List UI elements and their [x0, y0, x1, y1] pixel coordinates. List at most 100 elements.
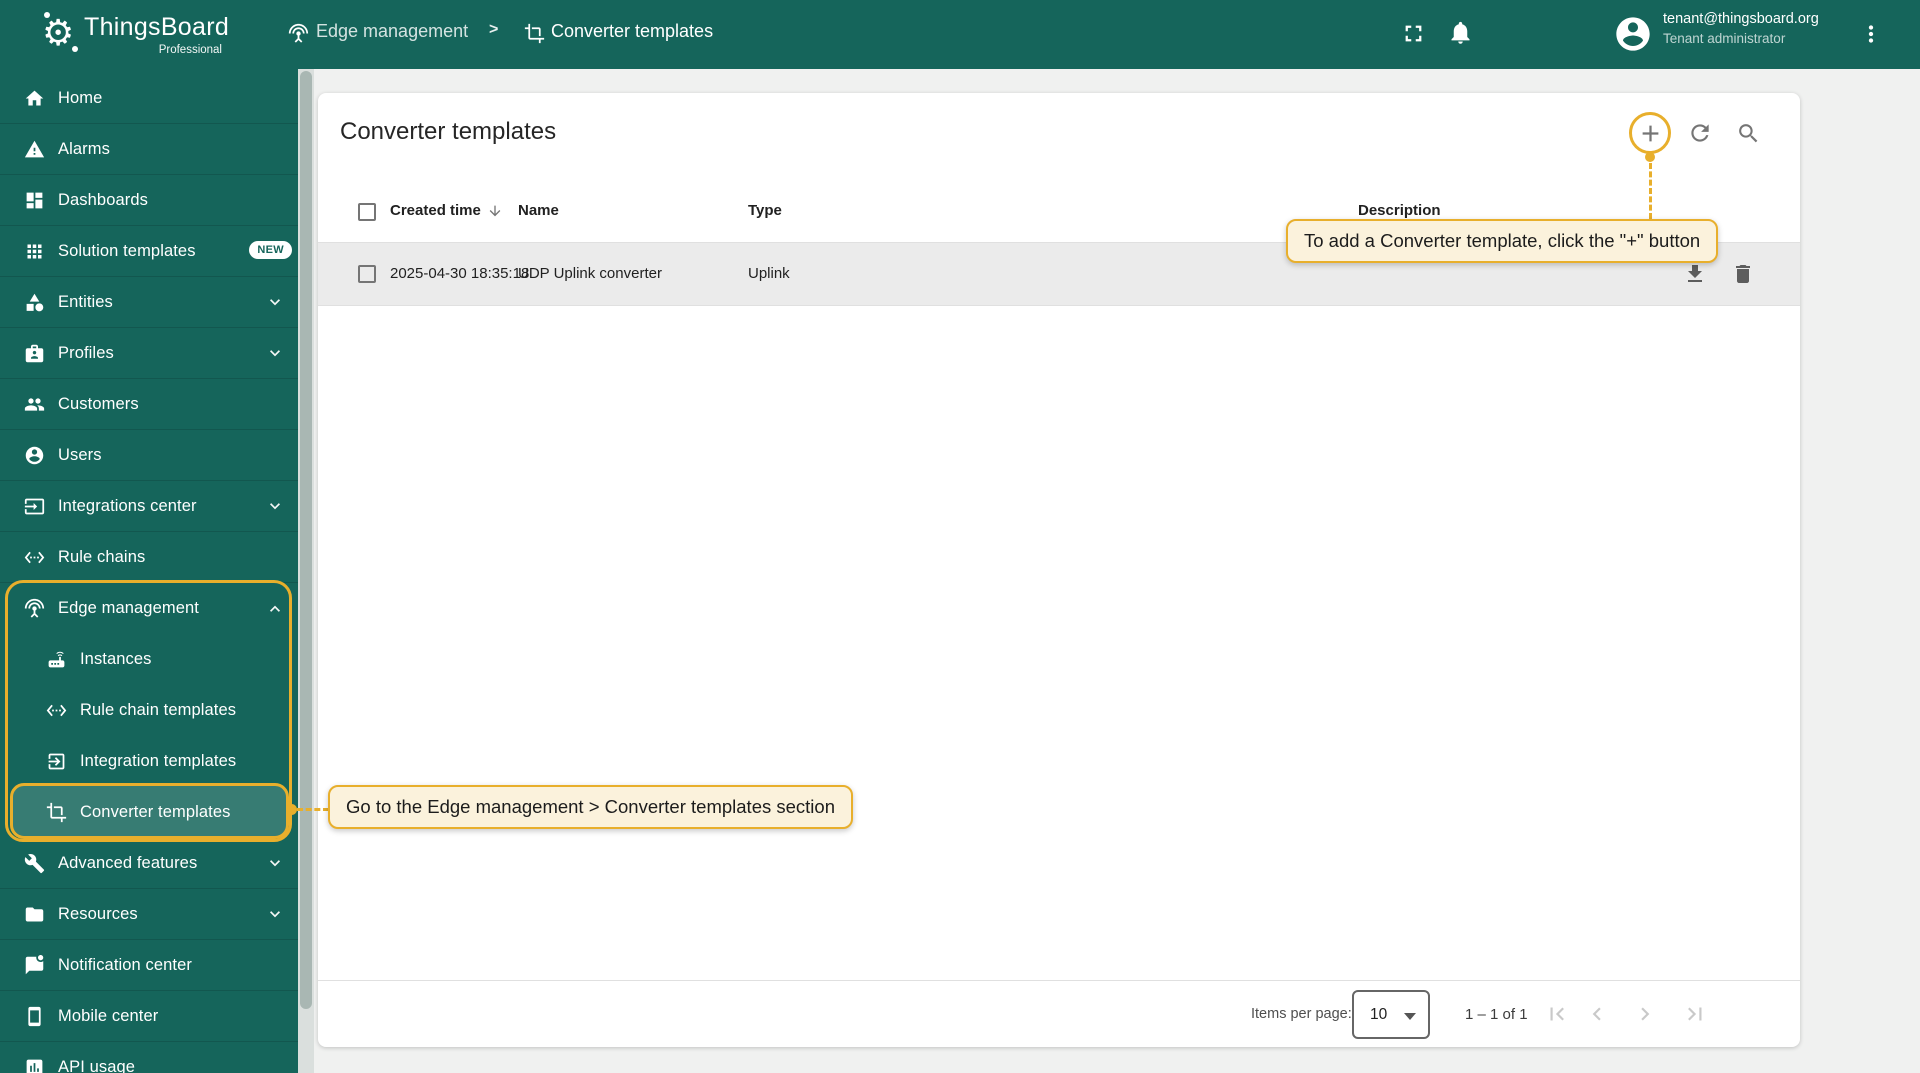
sidebar-item-label: Mobile center	[58, 1006, 159, 1025]
sidebar-item-converter-templates[interactable]: Converter templates	[0, 787, 298, 838]
column-label: Type	[748, 202, 782, 219]
converter-templates-card: Converter templates Created time Name Ty…	[318, 93, 1800, 1047]
sidebar-item-label: Customers	[58, 394, 139, 413]
sidebar-item-label: API usage	[58, 1058, 136, 1073]
callout-text: To add a Converter template, click the "…	[1304, 230, 1701, 251]
callout-text: Go to the Edge management > Converter te…	[346, 796, 835, 817]
chevron-down-icon	[270, 503, 280, 510]
sidebar-item-label: Edge management	[58, 599, 199, 617]
items-per-page-select[interactable]: 10	[1352, 990, 1430, 1039]
brand-name[interactable]: ThingsBoard	[84, 13, 229, 42]
sidebar: Home Alarms Dashboards Solution template…	[0, 69, 298, 1073]
add-button-callout: To add a Converter template, click the "…	[1286, 219, 1719, 263]
first-page-icon	[1550, 1007, 1564, 1021]
chevron-left-icon	[1592, 1007, 1601, 1021]
chevron-down-icon	[270, 911, 280, 918]
sidebar-item-label: Resources	[58, 904, 138, 923]
first-page-button[interactable]	[1544, 1001, 1570, 1027]
chat-unread-icon	[25, 954, 44, 974]
sidebar-item-label: Converter templates	[80, 803, 231, 821]
sidebar-item-profiles[interactable]: Profiles	[0, 328, 298, 379]
folder-icon	[25, 907, 44, 921]
sidebar-item-entities[interactable]: Entities	[0, 277, 298, 328]
notifications-button[interactable]	[1447, 19, 1474, 49]
sidebar-item-label: Users	[58, 445, 102, 464]
more-menu-button[interactable]	[1858, 21, 1884, 50]
sidebar-item-notification-center[interactable]: Notification center	[0, 940, 298, 991]
brand-edition: Professional	[158, 44, 222, 56]
sidebar-item-customers[interactable]: Customers	[0, 379, 298, 430]
sidebar-item-label: Rule chain templates	[80, 701, 237, 719]
sidebar-item-users[interactable]: Users	[0, 430, 298, 481]
sidebar-item-edge-management[interactable]: Edge management	[0, 583, 298, 634]
select-all-checkbox[interactable]	[358, 203, 376, 221]
breadcrumb-converter-templates[interactable]: Converter templates	[551, 21, 713, 42]
sidebar-item-api-usage[interactable]: API usage	[0, 1042, 298, 1073]
sidebar-item-home[interactable]: Home	[0, 73, 298, 124]
sidebar-item-alarms[interactable]: Alarms	[0, 124, 298, 175]
thingsboard-app: ⚙ ThingsBoard Professional Edge manageme…	[0, 0, 1920, 1073]
ethernet-icon	[24, 551, 45, 563]
column-header-description[interactable]: Description	[1358, 202, 1441, 219]
items-per-page-value: 10	[1370, 1006, 1388, 1023]
user-menu-button[interactable]	[1613, 14, 1653, 57]
column-label: Name	[518, 202, 559, 219]
dropdown-caret-icon	[1404, 1013, 1416, 1020]
thingsboard-logo-icon: ⚙	[42, 12, 75, 53]
crop-icon	[46, 802, 67, 823]
cell-created-time: 2025-04-30 18:35:18	[390, 265, 530, 282]
fullscreen-button[interactable]	[1400, 20, 1427, 50]
pagination-range: 1 – 1 of 1	[1465, 1006, 1528, 1023]
sidebar-item-resources[interactable]: Resources	[0, 889, 298, 940]
scrollbar-thumb[interactable]	[300, 71, 312, 1009]
sidebar-item-dashboards[interactable]: Dashboards	[0, 175, 298, 226]
page-title: Converter templates	[340, 118, 557, 145]
sidebar-item-mobile-center[interactable]: Mobile center	[0, 991, 298, 1042]
sidebar-scrollbar[interactable]	[298, 69, 314, 1073]
account-circle-icon	[25, 446, 44, 464]
chevron-up-icon	[270, 605, 280, 612]
sidebar-item-label: Dashboards	[58, 190, 148, 209]
add-converter-template-button[interactable]	[1632, 113, 1668, 153]
badge-icon	[25, 344, 44, 362]
column-header-name[interactable]: Name	[518, 202, 559, 219]
sidebar-item-integration-templates[interactable]: Integration templates	[0, 736, 298, 787]
bar-chart-icon	[26, 1059, 43, 1073]
sidebar-item-rule-chains[interactable]: Rule chains	[0, 532, 298, 583]
logo-node-dot	[44, 12, 50, 18]
sidebar-item-advanced-features[interactable]: Advanced features	[0, 838, 298, 889]
fullscreen-icon	[1405, 25, 1422, 42]
chevron-right-icon	[1641, 1007, 1650, 1021]
breadcrumb-edge-management[interactable]: Edge management	[316, 21, 468, 42]
trash-icon	[1736, 265, 1750, 283]
refresh-button[interactable]	[1680, 113, 1720, 153]
sidebar-item-instances[interactable]: Instances	[0, 634, 298, 685]
bell-icon	[1451, 21, 1470, 44]
sidebar-item-label: Integration templates	[80, 752, 237, 770]
crop-icon	[524, 23, 545, 44]
sidebar-item-label: Notification center	[58, 955, 192, 974]
search-icon	[1738, 123, 1757, 142]
column-header-created-time[interactable]: Created time	[390, 202, 503, 219]
callout-connector-dot	[1645, 152, 1655, 162]
sidebar-item-label: Solution templates	[58, 241, 196, 260]
column-header-type[interactable]: Type	[748, 202, 782, 219]
paginator: Items per page: 10 1 – 1 of 1	[318, 980, 1800, 1047]
last-page-icon	[1688, 1007, 1702, 1021]
sidebar-item-rule-chain-templates[interactable]: Rule chain templates	[0, 685, 298, 736]
row-checkbox[interactable]	[358, 265, 376, 283]
search-button[interactable]	[1728, 113, 1768, 153]
sidebar-item-solution-templates[interactable]: Solution templates NEW	[0, 226, 298, 277]
app-header: ⚙ ThingsBoard Professional Edge manageme…	[0, 0, 1920, 69]
next-page-button[interactable]	[1632, 1001, 1658, 1027]
kebab-menu-icon	[1868, 25, 1874, 43]
people-icon	[24, 397, 45, 411]
ethernet-icon	[46, 704, 67, 717]
delete-converter-button[interactable]	[1730, 262, 1756, 288]
chevron-down-icon	[270, 299, 280, 306]
previous-page-button[interactable]	[1584, 1001, 1610, 1027]
download-converter-button[interactable]	[1682, 262, 1708, 288]
main-content: Converter templates Created time Name Ty…	[314, 69, 1920, 1073]
last-page-button[interactable]	[1682, 1001, 1708, 1027]
sidebar-item-integrations-center[interactable]: Integrations center	[0, 481, 298, 532]
